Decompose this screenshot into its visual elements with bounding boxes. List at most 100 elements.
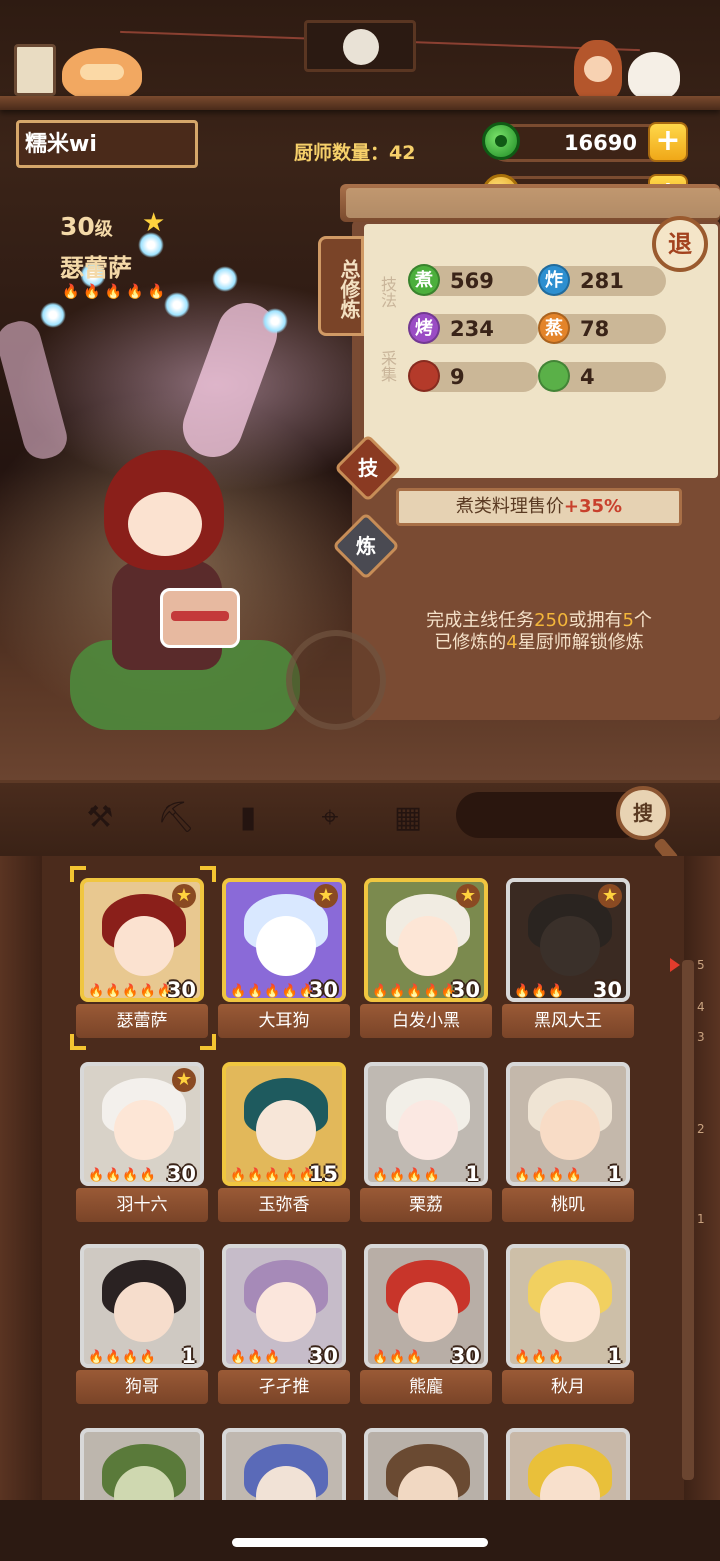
chef-card[interactable]: ★ 🔥🔥🔥🔥 30 羽十六 bbox=[76, 1062, 208, 1228]
chef-portrait-face bbox=[540, 1100, 600, 1160]
left-frame-pole bbox=[0, 856, 42, 1500]
chef-portrait-frame: 🔥🔥🔥🔥 1 bbox=[364, 1062, 488, 1186]
chef-portrait-frame: 🔥🔥🔥🔥 1 bbox=[506, 1062, 630, 1186]
chef-level: 30 bbox=[592, 978, 622, 1002]
chef-flame-rating: 🔥🔥🔥🔥 bbox=[88, 1168, 157, 1183]
star-icon: ★ bbox=[172, 1068, 196, 1092]
shovel-icon[interactable]: ⛏ bbox=[154, 798, 198, 838]
chef-portrait-frame: ★ 🔥🔥🔥🔥 30 bbox=[80, 1062, 204, 1186]
chef-name-plate: 秋月 bbox=[502, 1370, 634, 1404]
player-name-field[interactable]: 糯米wi bbox=[16, 120, 198, 168]
scroll-position-marker[interactable] bbox=[670, 958, 680, 972]
chef-card[interactable]: ★ 🔥🔥🔥 30 黑风大王 bbox=[502, 878, 634, 1044]
chef-level: 30 bbox=[450, 1344, 480, 1368]
chef-level: 1 bbox=[607, 1344, 622, 1368]
chef-portrait-frame: 🔥🔥🔥 30 bbox=[222, 1244, 346, 1368]
chef-card[interactable]: 🔥🔥🔥 30 孑孑推 bbox=[218, 1244, 350, 1410]
stat-type-icon bbox=[538, 360, 570, 392]
chef-level: 1 bbox=[607, 1162, 622, 1186]
ruler-label: 3 bbox=[697, 1030, 705, 1044]
portrait-frame-decor bbox=[304, 20, 416, 72]
search-button[interactable]: 搜 bbox=[616, 786, 670, 840]
hanging-sign-decor bbox=[14, 44, 56, 96]
chef-name-plate: 孑孑推 bbox=[218, 1370, 350, 1404]
snowflake-sparkle-icon bbox=[40, 302, 66, 328]
chef-flame-rating: 🔥🔥🔥🔥🔥 bbox=[88, 984, 174, 999]
chef-portrait-frame: 🔥🔥🔥🔥🔥 15 bbox=[222, 1062, 346, 1186]
gather-section-label: 采集 bbox=[378, 350, 397, 382]
chef-name-plate: 大耳狗 bbox=[218, 1004, 350, 1038]
chef-portrait-face bbox=[256, 916, 316, 976]
chef-name-plate: 羽十六 bbox=[76, 1188, 208, 1222]
jar-icon[interactable]: ▮ bbox=[226, 798, 270, 838]
npc-figure-decor bbox=[574, 40, 622, 100]
chef-level: 30 bbox=[308, 978, 338, 1002]
chef-level: 1 bbox=[181, 1344, 196, 1368]
chef-card[interactable]: 🔥🔥🔥 30 熊龐 bbox=[360, 1244, 492, 1410]
selection-corner bbox=[70, 1034, 86, 1050]
chef-card[interactable]: ★ 🔥🔥🔥🔥🔥 30 白发小黑 bbox=[360, 878, 492, 1044]
selected-chef-flames: 🔥🔥🔥🔥🔥 bbox=[62, 284, 170, 300]
selection-corner bbox=[200, 1034, 216, 1050]
chef-portrait-face bbox=[398, 1100, 458, 1160]
chef-portrait-face bbox=[114, 1100, 174, 1160]
chef-flame-rating: 🔥🔥🔥 bbox=[514, 1350, 566, 1365]
scroll-ruler[interactable] bbox=[682, 960, 694, 1480]
back-button[interactable]: 退 bbox=[652, 216, 708, 272]
chef-level: 30 bbox=[450, 978, 480, 1002]
selection-corner bbox=[200, 866, 216, 882]
snowflake-sparkle-icon bbox=[262, 308, 288, 334]
selected-chef-level: 30级 bbox=[60, 212, 113, 241]
chef-portrait-face bbox=[398, 1282, 458, 1342]
chef-portrait-frame: 🔥🔥🔥🔥 1 bbox=[80, 1244, 204, 1368]
star-icon: ★ bbox=[598, 884, 622, 908]
shelf-divider bbox=[0, 96, 720, 110]
chef-card[interactable]: 🔥🔥🔥🔥 1 狗哥 bbox=[76, 1244, 208, 1410]
unlock-requirement-text: 完成主线任务250或拥有5个 已修炼的4星厨师解锁修炼 bbox=[426, 610, 652, 653]
chef-flame-rating: 🔥🔥🔥🔥🔥 bbox=[230, 1168, 316, 1183]
chef-level: 15 bbox=[308, 1162, 338, 1186]
ruler-label: 5 bbox=[697, 958, 705, 972]
chef-count-label: 厨师数量：42 bbox=[294, 142, 416, 164]
chef-portrait-frame: ★ 🔥🔥🔥🔥🔥 30 bbox=[222, 878, 346, 1002]
tab-total-training[interactable]: 总修炼 bbox=[318, 236, 364, 336]
chef-portrait-frame: 🔥🔥🔥 1 bbox=[506, 1244, 630, 1368]
add-jade-button[interactable]: + bbox=[648, 122, 688, 162]
chef-name-plate: 桃叽 bbox=[502, 1188, 634, 1222]
chef-name-plate: 栗荔 bbox=[360, 1188, 492, 1222]
chef-portrait-frame: ★ 🔥🔥🔥 30 bbox=[506, 878, 630, 1002]
cake-dish-icon bbox=[160, 588, 240, 648]
star-icon: ★ bbox=[314, 884, 338, 908]
chef-card[interactable]: ★ 🔥🔥🔥🔥🔥 30 大耳狗 bbox=[218, 878, 350, 1044]
orange-cat-decor bbox=[62, 48, 142, 100]
chef-name-plate: 熊龐 bbox=[360, 1370, 492, 1404]
stat-type-icon bbox=[408, 360, 440, 392]
star-icon: ★ bbox=[172, 884, 196, 908]
spatula-icon[interactable]: ⚒ bbox=[78, 798, 122, 838]
chef-level: 1 bbox=[465, 1162, 480, 1186]
stat-type-icon: 煮 bbox=[408, 264, 440, 296]
chef-name-plate: 玉弥香 bbox=[218, 1188, 350, 1222]
map-icon[interactable]: ▦ bbox=[386, 798, 430, 838]
chef-flame-rating: 🔥🔥🔥🔥 bbox=[372, 1168, 441, 1183]
chef-portrait-face bbox=[540, 1282, 600, 1342]
chef-name-plate: 白发小黑 bbox=[360, 1004, 492, 1038]
ruler-label: 2 bbox=[697, 1122, 705, 1136]
chef-card[interactable]: 🔥🔥🔥 1 秋月 bbox=[502, 1244, 634, 1410]
chef-flame-rating: 🔥🔥🔥 bbox=[372, 1350, 424, 1365]
chef-portrait-face bbox=[256, 1282, 316, 1342]
locked-training-slot bbox=[286, 630, 386, 730]
chef-portrait-face bbox=[256, 1100, 316, 1160]
chef-portrait-face bbox=[114, 916, 174, 976]
home-indicator[interactable] bbox=[232, 1538, 488, 1547]
chef-name-plate: 黑风大王 bbox=[502, 1004, 634, 1038]
selection-corner bbox=[70, 866, 86, 882]
chef-card[interactable]: 🔥🔥🔥🔥 1 栗荔 bbox=[360, 1062, 492, 1228]
chef-card[interactable]: 🔥🔥🔥🔥 1 桃叽 bbox=[502, 1062, 634, 1228]
chef-flame-rating: 🔥🔥🔥 bbox=[514, 984, 566, 999]
stat-type-icon: 炸 bbox=[538, 264, 570, 296]
location-icon[interactable]: ⌖ bbox=[308, 798, 352, 838]
chef-flame-rating: 🔥🔥🔥 bbox=[230, 1350, 282, 1365]
chef-card[interactable]: 🔥🔥🔥🔥🔥 15 玉弥香 bbox=[218, 1062, 350, 1228]
chef-card[interactable]: ★ 🔥🔥🔥🔥🔥 30 瑟蕾萨 bbox=[76, 878, 208, 1044]
